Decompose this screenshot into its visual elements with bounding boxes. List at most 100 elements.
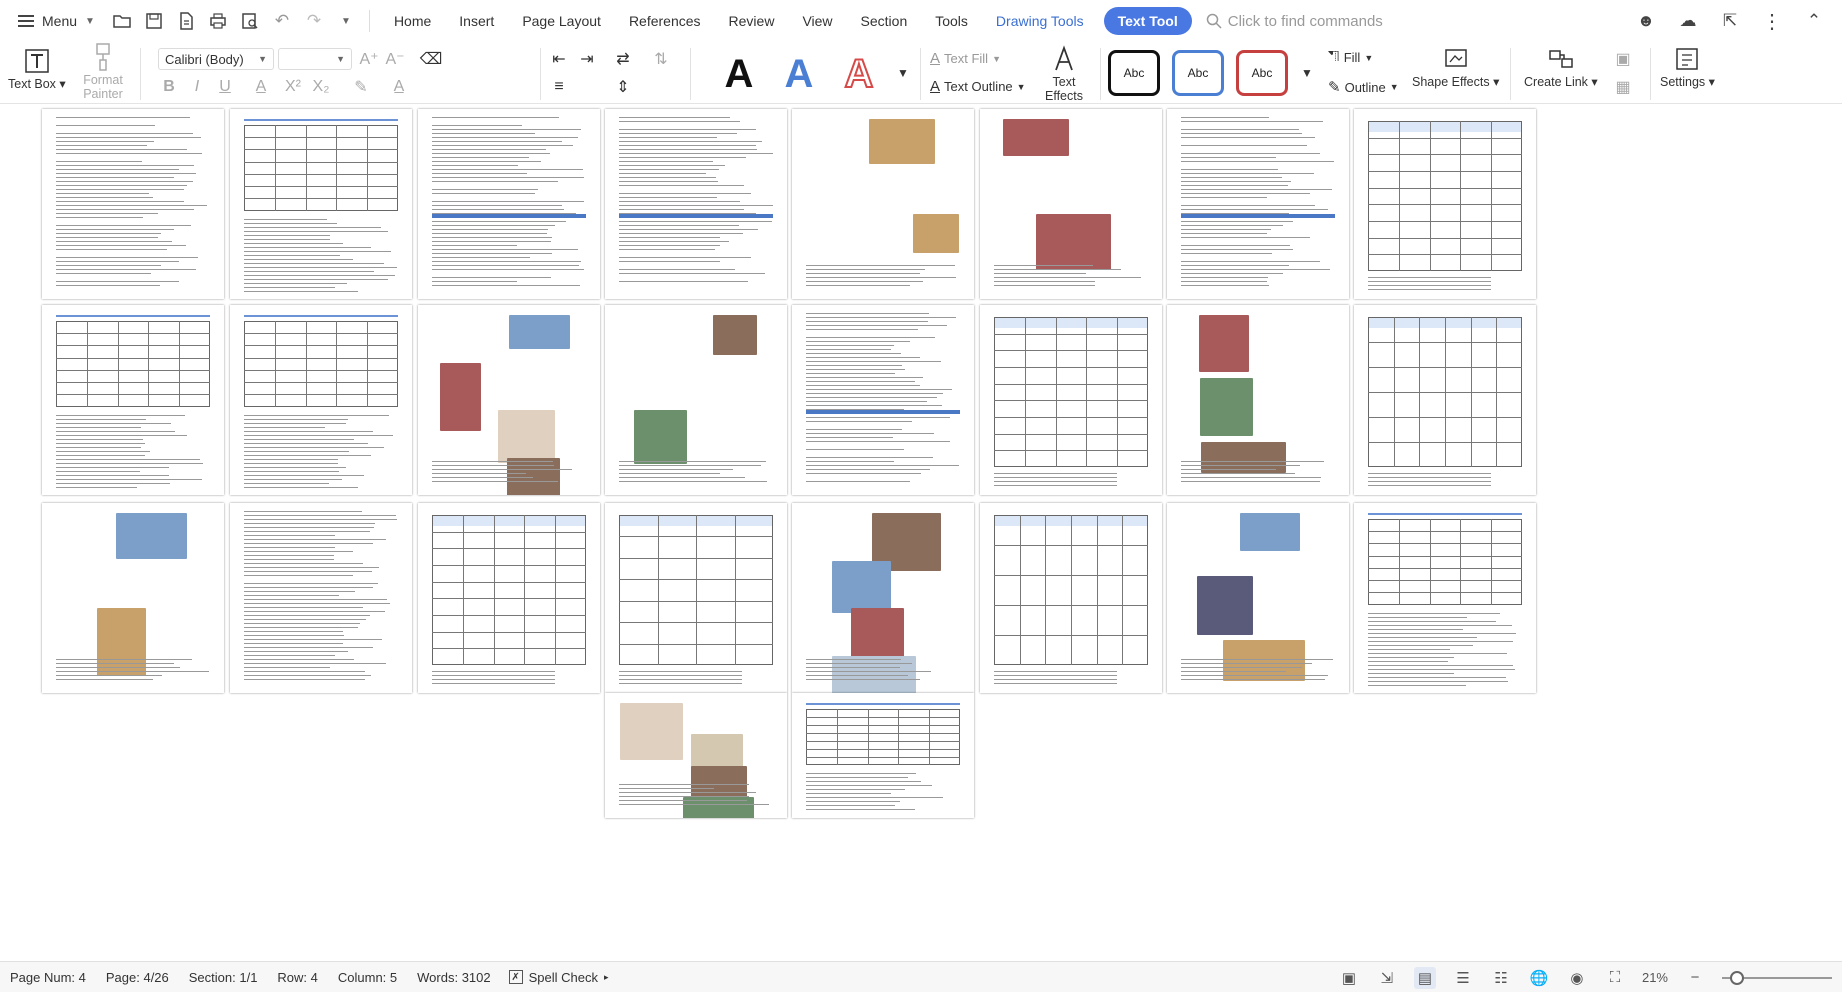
highlight-icon[interactable]: ✎ [350, 76, 372, 98]
page-thumbnail[interactable] [230, 503, 412, 693]
tab-home[interactable]: Home [380, 7, 445, 35]
page-thumbnail[interactable] [418, 109, 600, 299]
page-thumbnail[interactable] [1167, 503, 1349, 693]
undo-icon[interactable]: ↶ [269, 8, 295, 34]
web-layout-icon[interactable]: 🌐 [1528, 967, 1550, 989]
page-thumbnail[interactable] [230, 109, 412, 299]
export-pdf-icon[interactable] [173, 8, 199, 34]
page-view-icon[interactable]: ▤ [1413, 966, 1436, 989]
page-thumbnail[interactable] [792, 503, 974, 693]
decrease-font-icon[interactable]: A⁻ [384, 48, 406, 70]
page-thumbnail[interactable] [605, 109, 787, 299]
page-thumbnail[interactable] [792, 693, 974, 818]
read-mode-icon[interactable]: ⇲ [1376, 967, 1398, 989]
page-thumbnail[interactable] [42, 109, 224, 299]
share-icon[interactable]: ⇱ [1716, 7, 1744, 35]
tab-text-tool[interactable]: Text Tool [1103, 7, 1192, 35]
tab-view[interactable]: View [788, 7, 846, 35]
save-icon[interactable] [141, 8, 167, 34]
page-thumbnail[interactable] [230, 305, 412, 495]
page-thumbnail[interactable] [1354, 109, 1536, 299]
tab-references[interactable]: References [615, 7, 715, 35]
italic-icon[interactable]: I [186, 76, 208, 98]
settings-button[interactable]: Settings ▾ [1660, 44, 1715, 89]
text-effects-button[interactable]: Text Effects [1042, 44, 1086, 103]
collapse-ribbon-icon[interactable]: ⌃ [1800, 7, 1828, 35]
decrease-indent-icon[interactable]: ⇤ [548, 48, 570, 70]
zoom-slider-thumb[interactable] [1730, 970, 1744, 985]
customize-toolbar-icon[interactable]: ▼ [333, 8, 359, 34]
link-options-icon[interactable]: ▦ [1612, 76, 1634, 98]
page-thumbnail[interactable] [980, 305, 1162, 495]
text-box-button[interactable]: Text Box ▾ [8, 46, 66, 91]
bold-icon[interactable]: B [158, 76, 180, 98]
tab-page-layout[interactable]: Page Layout [508, 7, 615, 35]
zoom-out-icon[interactable]: − [1684, 967, 1706, 989]
zoom-level[interactable]: 21% [1642, 970, 1668, 985]
page-thumbnail[interactable] [980, 503, 1162, 693]
fit-page-icon[interactable]: ⛶ [1604, 967, 1626, 989]
main-menu-button[interactable]: Menu ▼ [10, 7, 103, 35]
print-icon[interactable] [205, 8, 231, 34]
page-thumbnail[interactable] [418, 305, 600, 495]
strikethrough-icon[interactable]: A̲ [250, 76, 272, 98]
fill-button[interactable]: ⛠ Fill ▼ [1328, 48, 1373, 67]
font-color-icon[interactable]: A̲ [388, 76, 410, 98]
redo-icon[interactable]: ↷ [301, 8, 327, 34]
font-size-select[interactable]: ▼ [278, 48, 352, 70]
more-options-icon[interactable]: ⋮ [1758, 7, 1786, 35]
protect-document-icon[interactable]: ▣ [1338, 967, 1360, 989]
shape-style-red[interactable]: Abc [1236, 50, 1288, 96]
text-outline-button[interactable]: A Text Outline ▼ [930, 78, 1026, 95]
outline-view-icon[interactable]: ☰ [1452, 967, 1474, 989]
underline-icon[interactable]: U [214, 76, 236, 98]
reading-layout-icon[interactable]: ☷ [1490, 967, 1512, 989]
eye-protection-icon[interactable]: ◉ [1566, 967, 1588, 989]
page-thumbnail[interactable] [605, 693, 787, 818]
tab-insert[interactable]: Insert [445, 7, 508, 35]
page-thumbnail[interactable] [605, 503, 787, 693]
sort-icon[interactable]: ⇅ [650, 48, 672, 70]
text-fill-button[interactable]: A Text Fill ▼ [930, 50, 1001, 67]
superscript-icon[interactable]: X² [282, 76, 304, 98]
wordart-style-blue[interactable]: A [772, 48, 826, 100]
tab-review[interactable]: Review [715, 7, 789, 35]
page-thumbnail[interactable] [1167, 109, 1349, 299]
status-words[interactable]: Words: 3102 [407, 970, 500, 985]
page-thumbnail[interactable] [42, 503, 224, 693]
increase-font-icon[interactable]: A⁺ [358, 48, 380, 70]
page-thumbnail[interactable] [1354, 305, 1536, 495]
tab-drawing-tools[interactable]: Drawing Tools [982, 7, 1098, 35]
shape-style-gallery-more-icon[interactable]: ▼ [1296, 62, 1318, 84]
page-thumbnail[interactable] [605, 305, 787, 495]
font-family-select[interactable]: Calibri (Body) ▼ [158, 48, 274, 70]
shape-effects-button[interactable]: Shape Effects ▾ [1412, 44, 1499, 89]
align-icon[interactable]: ≡ [548, 76, 570, 98]
clear-format-icon[interactable]: ⌫ [420, 48, 443, 70]
page-thumbnail[interactable] [980, 109, 1162, 299]
wordart-style-red-outline[interactable]: A [832, 48, 886, 100]
status-page-num[interactable]: Page Num: 4 [0, 970, 96, 985]
zoom-slider[interactable] [1722, 970, 1832, 985]
page-thumbnail[interactable] [792, 305, 974, 495]
wordart-gallery-more-icon[interactable]: ▼ [892, 62, 914, 84]
outline-button[interactable]: ✎ Outline ▼ [1328, 78, 1399, 96]
wordart-style-black[interactable]: A [712, 48, 766, 100]
subscript-icon[interactable]: X₂ [310, 76, 332, 98]
text-direction-icon[interactable]: ⇄ [612, 48, 634, 70]
open-folder-icon[interactable] [109, 8, 135, 34]
print-preview-icon[interactable] [237, 8, 263, 34]
line-spacing-icon[interactable]: ⇕ [612, 76, 634, 98]
add-user-icon[interactable]: ☻ [1632, 7, 1660, 35]
status-page[interactable]: Page: 4/26 [96, 970, 179, 985]
page-thumbnail[interactable] [1167, 305, 1349, 495]
find-commands-search[interactable]: Click to find commands [1206, 13, 1383, 30]
spell-check-button[interactable]: ✗ Spell Check ▸ [501, 970, 617, 985]
page-thumbnail[interactable] [1354, 503, 1536, 693]
increase-indent-icon[interactable]: ⇥ [576, 48, 598, 70]
create-link-button[interactable]: Create Link ▾ [1524, 44, 1598, 89]
shape-style-black[interactable]: Abc [1108, 50, 1160, 96]
page-thumbnail[interactable] [792, 109, 974, 299]
tab-section[interactable]: Section [847, 7, 922, 35]
cloud-sync-icon[interactable]: ☁ [1674, 7, 1702, 35]
